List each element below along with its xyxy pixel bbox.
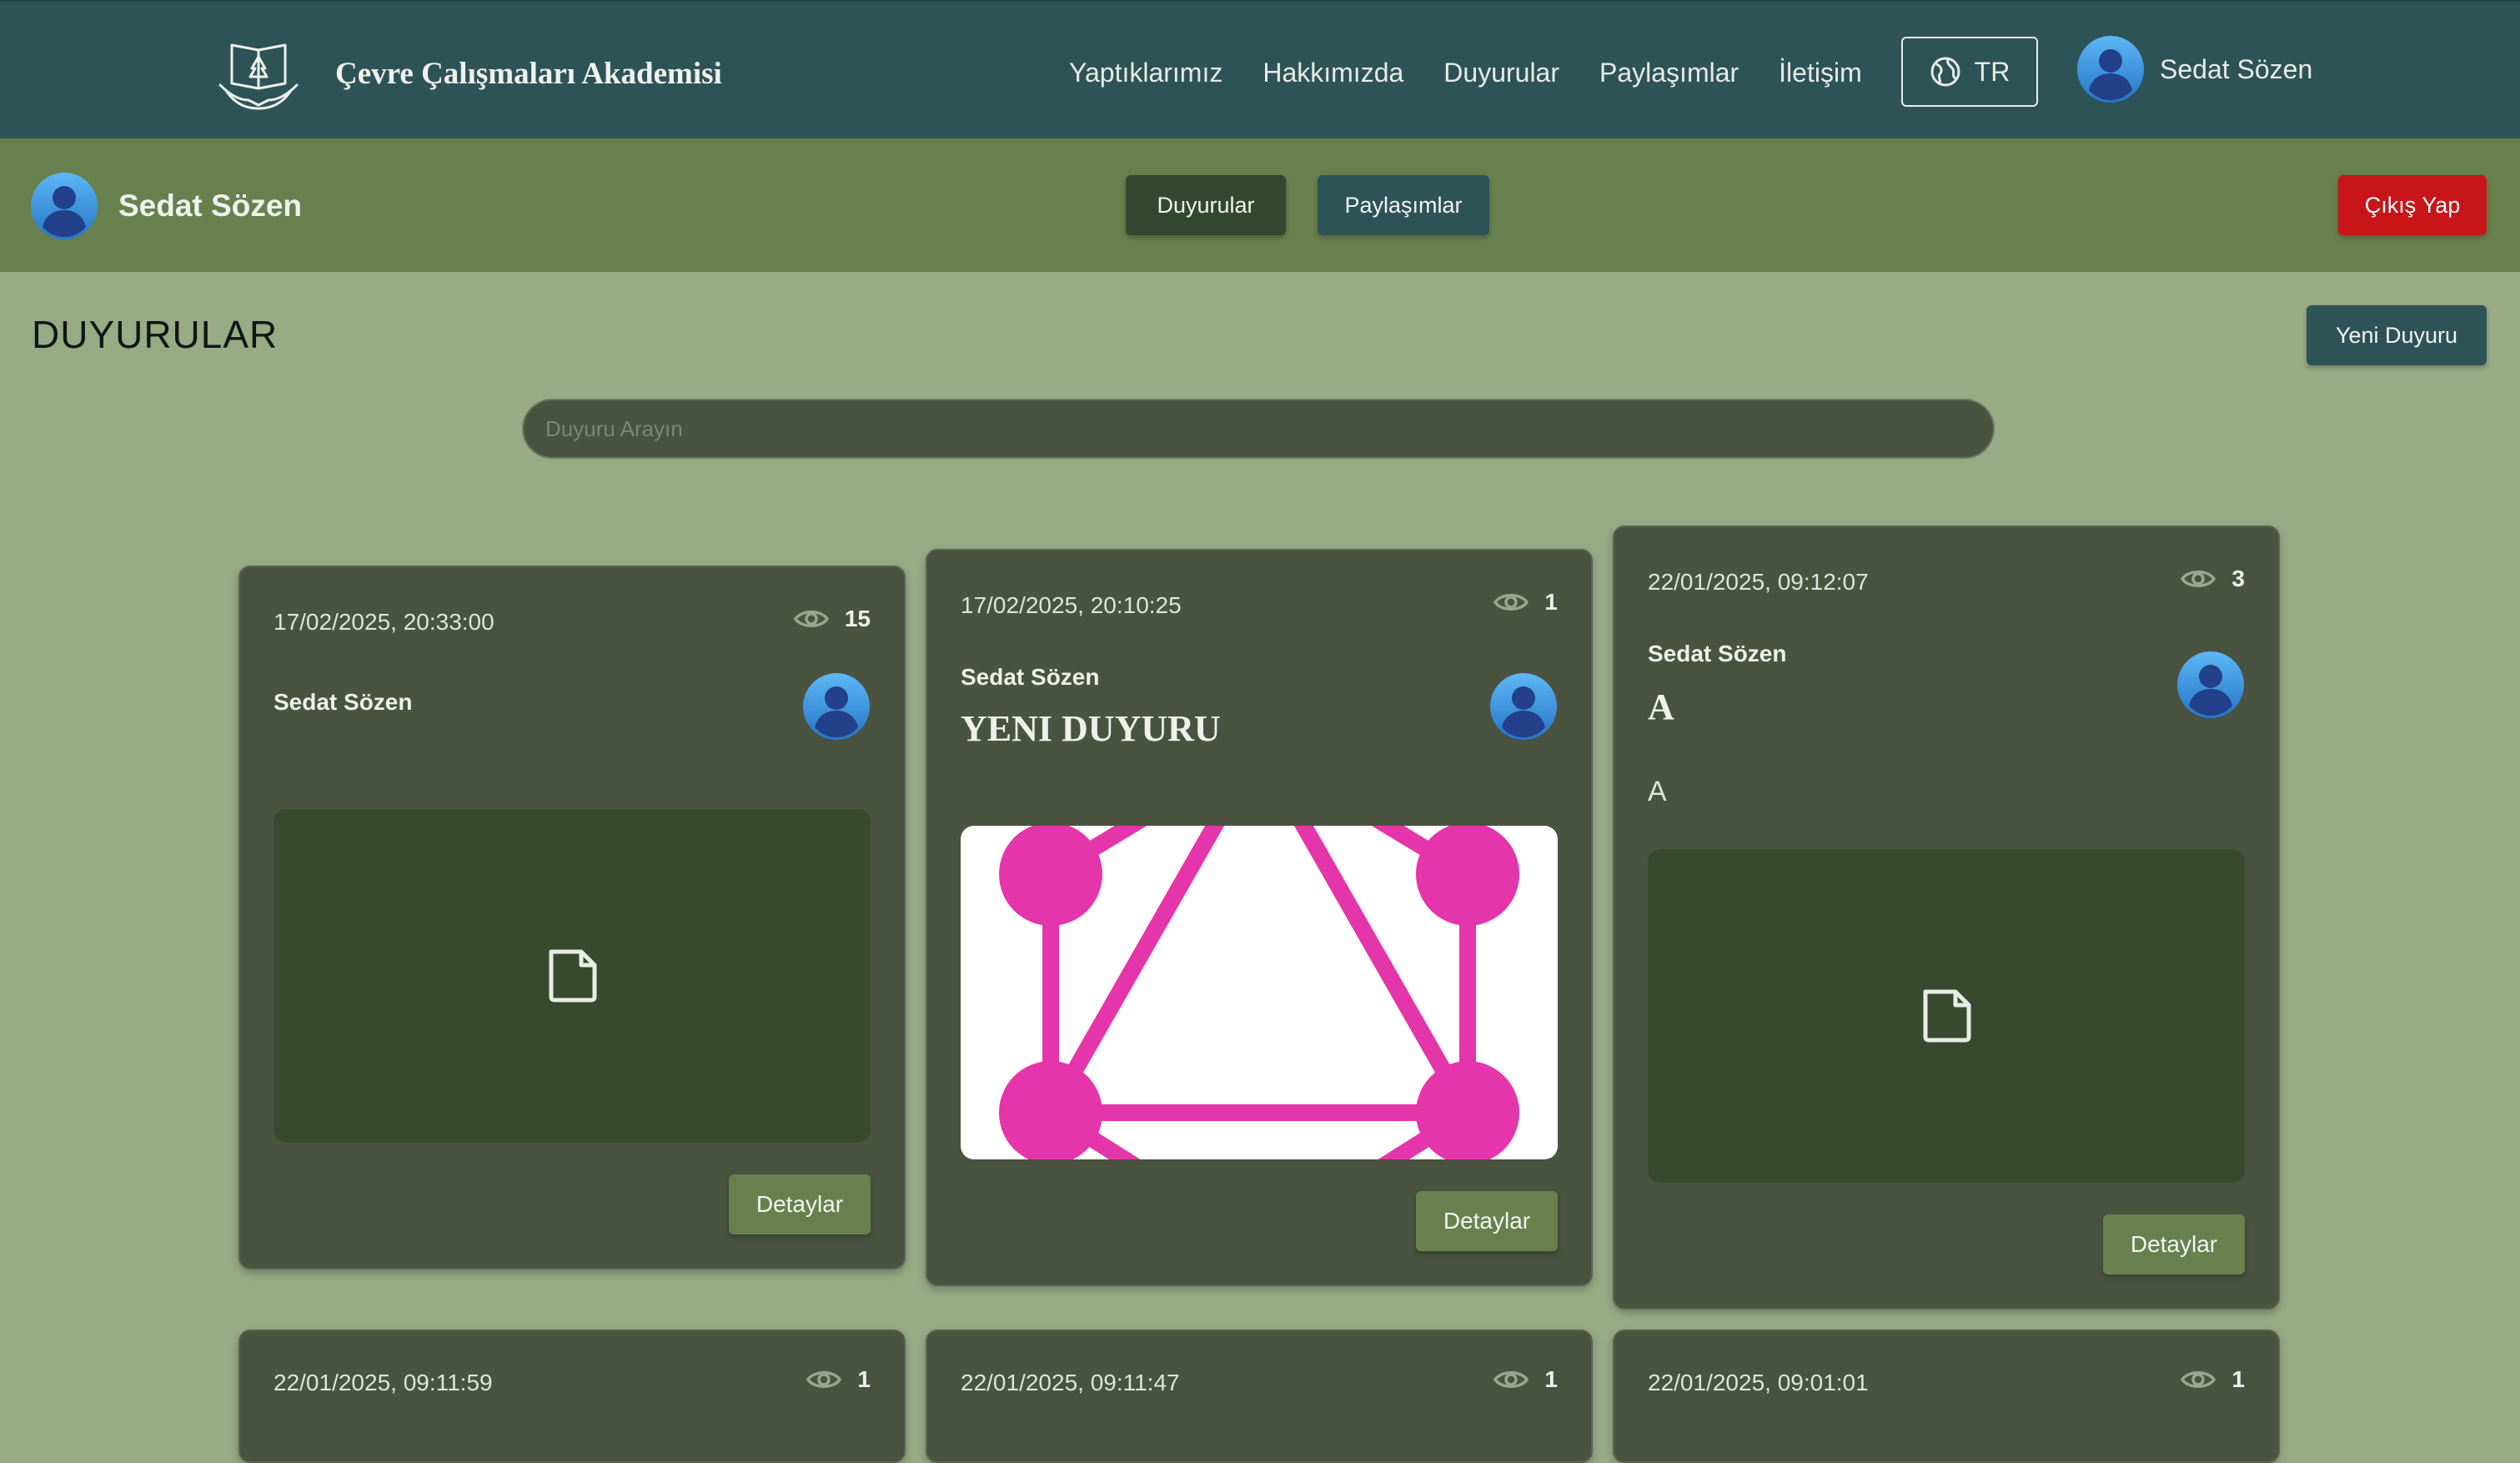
card-views: 1 <box>1493 589 1558 616</box>
site-title: Çevre Çalışmaları Akademisi <box>335 56 722 91</box>
brand[interactable]: Çevre Çalışmaları Akademisi <box>215 33 722 113</box>
graphql-logo-icon <box>999 826 1519 1159</box>
shares-button[interactable]: Paylaşımlar <box>1318 175 1489 235</box>
logout-button[interactable]: Çıkış Yap <box>2338 175 2487 235</box>
announcement-card: 22/01/2025, 09:01:01 1 <box>1613 1330 2280 1463</box>
card-views-count: 1 <box>1544 1366 1558 1392</box>
card-date: 17/02/2025, 20:10:25 <box>961 592 1182 618</box>
card-views-count: 1 <box>857 1366 871 1392</box>
avatar-icon <box>31 173 98 239</box>
card-views-count: 3 <box>2231 566 2245 591</box>
announcements-button[interactable]: Duyurular <box>1126 175 1286 235</box>
card-views-count: 1 <box>2231 1366 2245 1392</box>
page-title: DUYURULAR <box>32 313 279 356</box>
card-media-placeholder <box>274 809 871 1143</box>
eye-icon <box>806 1371 842 1388</box>
announcement-card: 17/02/2025, 20:33:00 15 Sedat Sözen Deta… <box>238 566 906 1269</box>
card-views: 3 <box>2180 566 2245 592</box>
sub-user-name: Sedat Sözen <box>118 189 302 223</box>
avatar-icon <box>803 673 870 740</box>
search-input[interactable] <box>522 399 1995 459</box>
nav-item-hakkimizda[interactable]: Hakkımızda <box>1263 58 1403 88</box>
nav-item-paylasimlar[interactable]: Paylaşımlar <box>1599 58 1739 88</box>
eye-icon <box>793 611 829 627</box>
announcement-card: 22/01/2025, 09:12:07 3 Sedat Sözen A A D… <box>1613 525 2280 1310</box>
card-body: A <box>1648 776 1667 807</box>
file-icon <box>1923 989 1971 1043</box>
announcement-card: 17/02/2025, 20:10:25 1 Sedat Sözen YENI … <box>926 549 1593 1286</box>
card-date: 22/01/2025, 09:11:47 <box>961 1370 1180 1395</box>
card-date: 22/01/2025, 09:11:59 <box>274 1370 493 1395</box>
language-button[interactable]: TR <box>1901 37 2038 107</box>
card-date: 22/01/2025, 09:12:07 <box>1648 569 1869 595</box>
details-button[interactable]: Detaylar <box>2103 1214 2245 1274</box>
globe-icon <box>1930 57 1960 87</box>
academy-logo-icon <box>218 43 299 110</box>
avatar-icon <box>1490 673 1557 740</box>
card-views: 1 <box>1493 1366 1558 1393</box>
card-date: 17/02/2025, 20:33:00 <box>274 609 494 635</box>
top-user-name: Sedat Sözen <box>2160 53 2313 84</box>
card-author: Sedat Sözen <box>961 664 1100 690</box>
card-views-count: 15 <box>844 606 871 631</box>
details-button[interactable]: Detaylar <box>1416 1191 1558 1251</box>
nav-item-iletisim[interactable]: İletişim <box>1779 58 1862 88</box>
card-title: A <box>1648 686 1674 727</box>
announcement-card: 22/01/2025, 09:11:47 1 <box>926 1330 1593 1463</box>
card-views: 1 <box>806 1366 871 1393</box>
card-title: YENI DUYURU <box>961 708 1221 749</box>
language-label: TR <box>1974 56 2010 87</box>
card-views-count: 1 <box>1544 589 1558 615</box>
details-button[interactable]: Detaylar <box>729 1174 871 1234</box>
eye-icon <box>2181 1371 2216 1388</box>
announcement-card: 22/01/2025, 09:11:59 1 <box>238 1330 906 1463</box>
card-views: 1 <box>2180 1366 2245 1393</box>
file-icon <box>549 949 597 1003</box>
card-image[interactable] <box>961 826 1558 1159</box>
eye-icon <box>2181 571 2216 587</box>
nav-item-duyurular[interactable]: Duyurular <box>1443 58 1559 88</box>
avatar-icon <box>2077 36 2144 103</box>
top-navbar: Çevre Çalışmaları Akademisi Yaptıklarımı… <box>0 0 2520 138</box>
top-user-menu[interactable]: Sedat Sözen <box>2076 35 2312 103</box>
card-media-placeholder <box>1648 849 2245 1183</box>
card-author: Sedat Sözen <box>1648 641 1787 666</box>
card-author: Sedat Sözen <box>274 689 413 715</box>
card-date: 22/01/2025, 09:01:01 <box>1648 1370 1869 1395</box>
avatar-icon <box>2177 651 2244 718</box>
sub-user: Sedat Sözen <box>30 172 302 240</box>
eye-icon <box>1493 594 1529 611</box>
main-nav: Yaptıklarımız Hakkımızda Duyurular Payla… <box>1069 52 1902 93</box>
nav-item-yaptiklarimiz[interactable]: Yaptıklarımız <box>1069 58 1222 88</box>
user-toolbar: Sedat Sözen Duyurular Paylaşımlar Çıkış … <box>0 138 2520 272</box>
new-announcement-button[interactable]: Yeni Duyuru <box>2307 305 2487 365</box>
card-views: 15 <box>793 606 871 632</box>
eye-icon <box>1493 1371 1529 1388</box>
